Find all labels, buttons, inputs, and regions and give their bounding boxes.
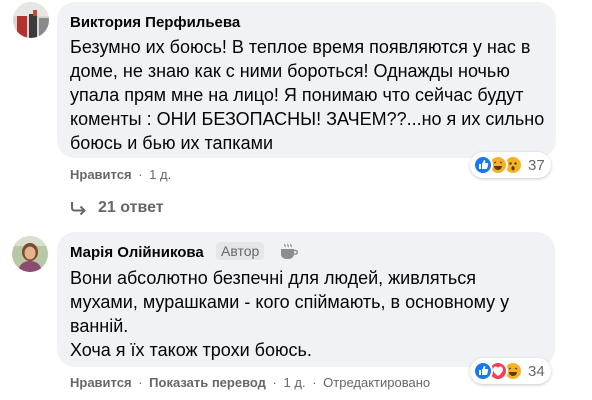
reactions-summary[interactable]: 34 <box>470 358 551 384</box>
like-icon <box>473 361 493 381</box>
reaction-count: 34 <box>528 362 545 380</box>
view-replies-button[interactable]: 21 ответ <box>70 199 164 217</box>
comment-actions: Нравится · Показать перевод · 1 д. · Отр… <box>70 375 430 390</box>
separator: · <box>312 375 317 390</box>
comment-timestamp[interactable]: 1 д. <box>284 375 306 390</box>
comment-text: Безумно их боюсь! В теплое время появляю… <box>70 37 545 153</box>
avatar[interactable] <box>12 236 48 272</box>
edited-label[interactable]: Отредактировано <box>323 375 430 390</box>
separator: · <box>272 375 277 390</box>
avatar[interactable] <box>13 2 49 38</box>
like-icon <box>473 155 493 175</box>
reply-arrow-icon <box>71 202 86 216</box>
separator: · <box>138 167 143 182</box>
reactions-summary[interactable]: 37 <box>470 152 551 178</box>
like-button[interactable]: Нравится <box>70 375 132 390</box>
replies-count-label: 21 ответ <box>98 199 164 216</box>
comment-author[interactable]: Марія Олійникова <box>70 244 204 261</box>
reaction-count: 37 <box>528 156 545 174</box>
coffee-icon <box>278 242 298 262</box>
comment-timestamp[interactable]: 1 д. <box>149 167 171 182</box>
comment-actions: Нравится · 1 д. <box>70 167 171 182</box>
author-badge: Автор <box>216 242 265 260</box>
comment-author[interactable]: Виктория Перфильева <box>70 14 240 31</box>
separator: · <box>138 375 143 390</box>
like-button[interactable]: Нравится <box>70 167 132 182</box>
comment-text: Вони абсолютно безпечні для людей, живля… <box>70 268 510 360</box>
show-translation-button[interactable]: Показать перевод <box>149 375 266 390</box>
